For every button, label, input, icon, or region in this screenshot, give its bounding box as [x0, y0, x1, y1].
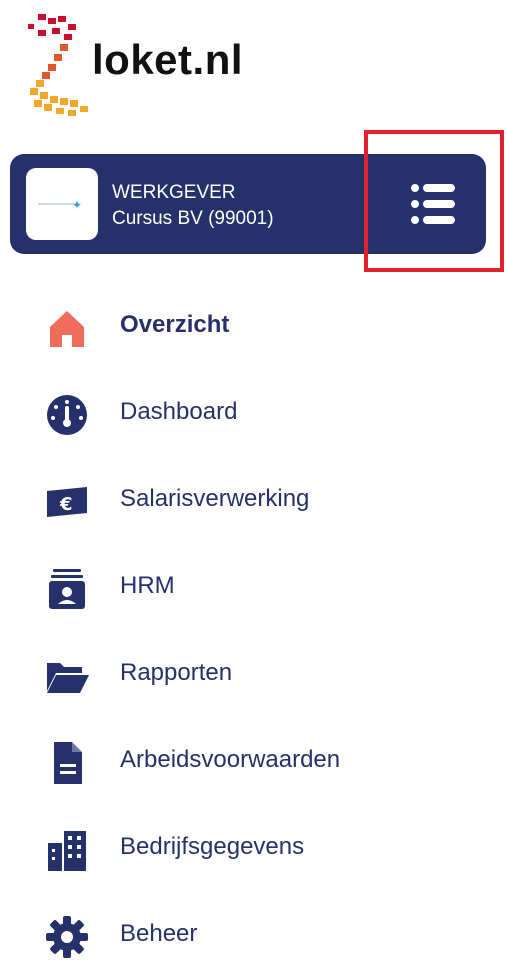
euro-bill-icon: € — [47, 487, 87, 517]
nav-item-overzicht[interactable]: Overzicht — [0, 295, 507, 355]
loket-logo-mark-icon — [28, 14, 88, 116]
nav-label: Beheer — [120, 920, 198, 947]
nav-item-hrm[interactable]: HRM — [0, 556, 507, 616]
nav-label: Bedrijfsgegevens — [120, 833, 305, 860]
employer-name: Cursus BV (99001) — [112, 208, 274, 229]
building-icon — [48, 831, 86, 871]
nav-label: Salarisverwerking — [120, 485, 310, 512]
nav-item-bedrijfsgegevens[interactable]: Bedrijfsgegevens — [0, 817, 507, 877]
id-card-icon — [49, 569, 85, 609]
folder-open-icon — [47, 663, 89, 693]
nav-item-rapporten[interactable]: Rapporten — [0, 643, 507, 703]
nav-label: Arbeidsvoorwaarden — [120, 746, 341, 773]
menu-button-highlight — [364, 130, 504, 272]
document-icon — [54, 742, 82, 784]
svg-text:€: € — [59, 494, 73, 515]
employer-type: WERKGEVER — [112, 182, 236, 203]
nav-label: Dashboard — [120, 398, 238, 425]
nav-label: Overzicht — [120, 311, 230, 338]
nav-item-salarisverwerking[interactable]: € Salarisverwerking — [0, 469, 507, 529]
loket-logo[interactable]: loket.nl — [8, 8, 268, 118]
nav-label: Rapporten — [120, 659, 233, 686]
nav-label: HRM — [120, 572, 175, 599]
home-icon — [50, 311, 84, 347]
nav-item-beheer[interactable]: Beheer — [0, 904, 507, 964]
brand-name: loket.nl — [92, 36, 244, 83]
employer-logo: ✦ — [26, 168, 98, 240]
nav-item-arbeidsvoorwaarden[interactable]: Arbeidsvoorwaarden — [0, 730, 507, 790]
nav-item-dashboard[interactable]: Dashboard — [0, 382, 507, 442]
gear-icon — [46, 916, 88, 958]
employer-info: WERKGEVER Cursus BV (99001) — [112, 180, 274, 232]
gauge-icon — [47, 395, 87, 435]
